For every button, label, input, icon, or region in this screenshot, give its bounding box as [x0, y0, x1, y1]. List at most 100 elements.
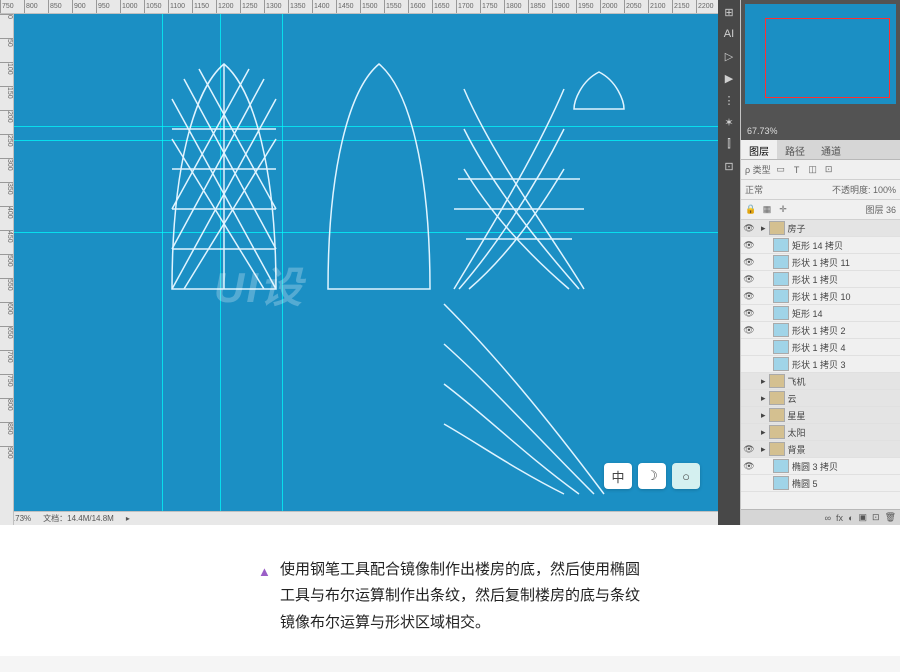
layer-row[interactable]: 👁▸背景	[741, 441, 900, 458]
expand-icon[interactable]: ▸	[761, 376, 766, 387]
lock-icon[interactable]: 🔒	[745, 204, 757, 216]
expand-icon[interactable]: ▸	[761, 427, 766, 438]
collapsed-panel-strip: ⊞ AI ▷ ▶ ⋮ ✶ ⫿ ⊡	[718, 0, 740, 525]
layer-thumbnail	[773, 340, 789, 354]
ruler-tick: 700	[0, 350, 13, 374]
ruler-tick: 550	[0, 278, 13, 302]
visibility-toggle[interactable]: 👁	[743, 257, 755, 268]
layer-row[interactable]: 形状 1 拷贝 4	[741, 339, 900, 356]
ruler-tick: 600	[0, 302, 13, 326]
canvas-area[interactable]: 7508008509009501000105011001150120012501…	[0, 0, 718, 525]
layer-name: 形状 1 拷贝	[792, 273, 838, 286]
ruler-tick: 300	[0, 158, 13, 182]
ruler-tick: 2100	[648, 0, 672, 13]
layer-row[interactable]: ▸飞机	[741, 373, 900, 390]
caption-line-1: 使用钢笔工具配合镜像制作出楼房的底，然后使用椭圆	[280, 561, 640, 578]
layer-thumbnail	[773, 476, 789, 490]
building-outline-shape[interactable]	[314, 59, 444, 299]
ruler-tick: 750	[0, 0, 24, 13]
ruler-tick: 950	[96, 0, 120, 13]
layer-row[interactable]: 👁矩形 14 拷贝	[741, 237, 900, 254]
visibility-toggle[interactable]: 👁	[743, 223, 755, 234]
ruler-tick: 1950	[576, 0, 600, 13]
layer-blend-row: 正常 不透明度: 100%	[741, 180, 900, 200]
layer-footer-button[interactable]: ▣	[859, 512, 868, 523]
layer-row[interactable]: ▸云	[741, 390, 900, 407]
circle-button[interactable]: ○	[672, 463, 700, 489]
layer-row[interactable]: ▸太阳	[741, 424, 900, 441]
panel-tabs: 图层 路径 通道	[741, 140, 900, 160]
ruler-tick: 50	[0, 38, 13, 62]
moon-button[interactable]: ☽	[638, 463, 666, 489]
layer-row[interactable]: 👁椭圆 3 拷贝	[741, 458, 900, 475]
ruler-tick: 900	[72, 0, 96, 13]
layer-footer-button[interactable]: ⊡	[872, 512, 880, 523]
tab-layers[interactable]: 图层	[741, 140, 777, 159]
panel-strip-icon[interactable]: ⊡	[721, 158, 737, 174]
visibility-toggle[interactable]: 👁	[743, 461, 755, 472]
navigator-panel[interactable]: 67.73%	[741, 0, 900, 140]
curve-stripes-shape[interactable]	[434, 284, 614, 504]
ruler-tick: 1900	[552, 0, 576, 13]
expand-icon[interactable]: ▸	[761, 223, 766, 234]
visibility-toggle[interactable]: 👁	[743, 240, 755, 251]
panel-strip-icon[interactable]: ✶	[721, 114, 737, 130]
layer-footer-button[interactable]: fx	[836, 513, 843, 523]
status-chevron[interactable]: ▸	[126, 514, 130, 523]
ruler-tick: 350	[0, 182, 13, 206]
small-arch-shape[interactable]	[569, 69, 629, 114]
visibility-toggle[interactable]: 👁	[743, 444, 755, 455]
artboard[interactable]: UI设 中 ☽ ○	[14, 14, 718, 511]
opacity-label[interactable]: 不透明度: 100%	[832, 183, 896, 196]
panel-strip-icon[interactable]: ⊞	[721, 4, 737, 20]
filter-shape-icon[interactable]: ⊡	[823, 164, 835, 176]
layers-list[interactable]: 👁▸房子👁矩形 14 拷贝👁形状 1 拷贝 11👁形状 1 拷贝👁形状 1 拷贝…	[741, 220, 900, 509]
ime-button[interactable]: 中	[604, 463, 632, 489]
expand-icon[interactable]: ▸	[761, 410, 766, 421]
filter-adj-icon[interactable]: ◫	[807, 164, 819, 176]
blend-mode-select[interactable]: 正常	[745, 183, 763, 196]
layer-footer-button[interactable]: 🗑	[885, 512, 896, 523]
filter-icon[interactable]: ▭	[775, 164, 787, 176]
navigator-viewport-frame[interactable]	[765, 18, 890, 98]
layer-row[interactable]: 👁形状 1 拷贝 10	[741, 288, 900, 305]
layer-row[interactable]: 👁▸房子	[741, 220, 900, 237]
visibility-toggle[interactable]: 👁	[743, 291, 755, 302]
layer-row[interactable]: 椭圆 5	[741, 475, 900, 492]
layer-thumbnail	[769, 391, 785, 405]
tab-paths[interactable]: 路径	[777, 140, 813, 159]
ruler-tick: 2150	[672, 0, 696, 13]
panel-strip-icon[interactable]: AI	[721, 26, 737, 42]
panel-strip-icon[interactable]: ⫿	[721, 136, 737, 152]
layer-row[interactable]: 👁形状 1 拷贝 11	[741, 254, 900, 271]
layer-footer-button[interactable]: ◐	[848, 513, 853, 523]
layer-row[interactable]: 👁 形状 1 拷贝	[741, 271, 900, 288]
visibility-toggle[interactable]: 👁	[743, 325, 755, 336]
layer-footer-button[interactable]: ∞	[825, 513, 831, 523]
panel-strip-icon[interactable]: ▷	[721, 48, 737, 64]
ruler-tick: 1750	[480, 0, 504, 13]
filter-text-icon[interactable]: T	[791, 164, 803, 176]
expand-icon[interactable]: ▸	[761, 393, 766, 404]
layer-row[interactable]: 👁形状 1 拷贝 2	[741, 322, 900, 339]
layer-row[interactable]: 形状 1 拷贝 3	[741, 356, 900, 373]
layer-row[interactable]: ▸ 星星	[741, 407, 900, 424]
panel-strip-icon[interactable]: ⋮	[721, 92, 737, 108]
visibility-toggle[interactable]: 👁	[743, 308, 755, 319]
lock-pos-icon[interactable]: ✛	[777, 204, 789, 216]
panel-strip-icon[interactable]: ▶	[721, 70, 737, 86]
layer-name: 星星	[788, 409, 806, 422]
layer-row[interactable]: 👁矩形 14	[741, 305, 900, 322]
ruler-tick: 200	[0, 110, 13, 134]
expand-icon[interactable]: ▸	[761, 444, 766, 455]
visibility-toggle[interactable]: 👁	[743, 274, 755, 285]
lock-pixel-icon[interactable]: ▦	[761, 204, 773, 216]
layer-thumbnail	[769, 221, 785, 235]
ruler-tick: 1150	[192, 0, 216, 13]
app-window: 7508008509009501000105011001150120012501…	[0, 0, 900, 525]
layer-name: 形状 1 拷贝 4	[792, 341, 846, 354]
ruler-tick: 2000	[600, 0, 624, 13]
tab-channels[interactable]: 通道	[813, 140, 849, 159]
navigator-thumbnail[interactable]	[745, 4, 896, 104]
status-bar: 67.73% 文档：14.4M/14.8M ▸	[0, 511, 718, 525]
